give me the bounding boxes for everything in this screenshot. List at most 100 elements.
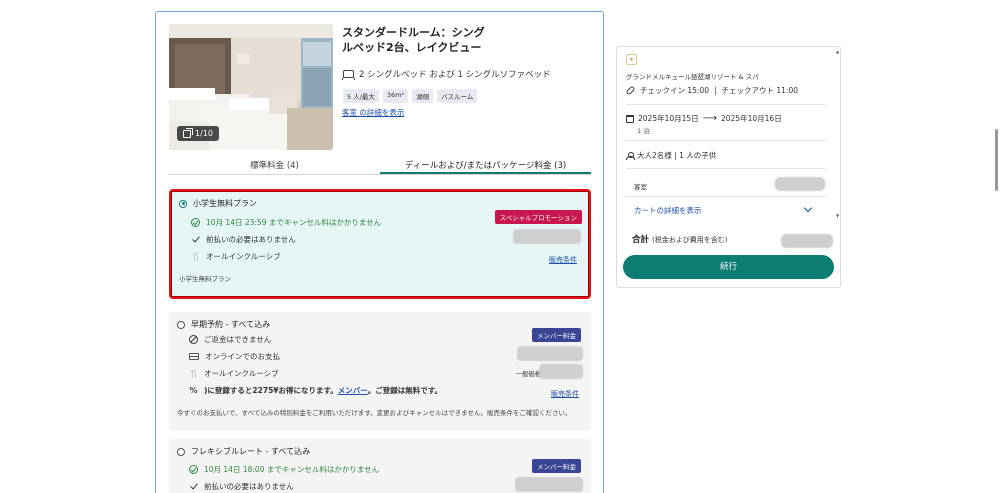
hotel-name: グランドメルキュール琵琶湖リゾート & スパ (626, 73, 759, 81)
scroll-down-icon[interactable]: ▼ (836, 213, 839, 218)
rate-feature: 前払いの必要はありません (189, 481, 294, 492)
guest-count-label: 大人2名様 | 1 人の子供 (637, 151, 717, 160)
room-tags: 5 人/最大 36m² 湖側 バスルーム (343, 89, 478, 103)
rate-feature-label: 前払いの必要はありません (204, 482, 294, 491)
room-tag: 5 人/最大 (343, 89, 379, 103)
rate-option-early-booking[interactable]: 早期予約 - すべて込み ご返金はできません オンラインでのお支払 🍴 オールイ… (169, 312, 591, 431)
percent-icon: % (189, 386, 198, 395)
rate-name-label: フレキシブルレート - すべて込み (191, 447, 311, 456)
date-from: 2025年10月15日 (638, 114, 699, 123)
scroll-up-icon[interactable]: ▲ (836, 49, 839, 54)
booking-summary: ▲ ❀ グランドメルキュール琵琶湖リゾート & スパ チェックイン 15:00 … (616, 46, 841, 288)
room-tag: バスルーム (437, 89, 478, 103)
rate-name[interactable]: 小学生無料プラン (179, 198, 257, 209)
price-hidden (517, 346, 583, 361)
member-offer-prefix: )に登録すると2275¥お得になります。 (204, 386, 338, 395)
rate-feature: 10月 14日 23:59 までキャンセル料はかかりません (191, 217, 381, 228)
member-badge: メンバー料金 (532, 459, 581, 473)
divider (626, 168, 826, 169)
rate-feature-label: 前払いの必要はありません (206, 235, 296, 244)
room-card: 1/10 スタンダードルーム：シングルベッド2台、レイクビュー 2 シングルベッ… (155, 11, 604, 493)
bed-info: 2 シングルベッド および 1 シングルソファベッド (342, 68, 551, 80)
calendar-icon (626, 114, 634, 123)
checkin-time: チェックイン 15:00 (640, 86, 709, 95)
bed-info-label: 2 シングルベッド および 1 シングルソファベッド (359, 70, 551, 80)
photo-count[interactable]: 1/10 (177, 126, 219, 141)
rate-feature: 前払いの必要はありません (191, 234, 296, 245)
room-tag: 湖側 (412, 89, 434, 103)
rate-feature: 10月 14日 18:00 までキャンセル料はかかりません (189, 464, 379, 475)
hotel-logo-icon: ❀ (626, 54, 637, 65)
fork-knife-icon: 🍴 (191, 252, 201, 261)
total-label-text: 合計 (632, 235, 650, 245)
check-icon (191, 235, 200, 244)
room-price-hidden (775, 177, 825, 191)
link-icon (625, 85, 636, 96)
promo-badge: スペシャルプロモーション (494, 210, 582, 224)
gallery-icon (183, 127, 193, 138)
rate-feature-label: オンラインでのお支払 (205, 352, 280, 361)
stay-dates: 2025年10月15日 ⟶ 2025年10月16日 (626, 113, 782, 124)
tab-standard-rates[interactable]: 標準料金 (4) (169, 156, 380, 174)
rate-feature-label: 10月 14日 18:00 までキャンセル料はかかりません (204, 465, 380, 474)
rate-feature: オンラインでのお支払 (189, 351, 280, 362)
bed-icon (342, 70, 355, 80)
arrow-right-icon: ⟶ (702, 113, 718, 124)
total-label: 合計 (税金および費用を含む) (632, 233, 727, 245)
rate-feature: ご返金はできません (189, 334, 271, 345)
rate-feature-label: 10月 14日 23:59 までキャンセル料はかかりません (206, 218, 382, 227)
rate-option-flexible[interactable]: フレキシブルレート - すべて込み 10月 14日 18:00 までキャンセル料… (169, 439, 591, 493)
member-offer-text: )に登録すると2275¥お得になります。メンバー。ご登録は無料です。 (204, 385, 442, 396)
rate-name[interactable]: フレキシブルレート - すべて込み (177, 446, 310, 457)
terms-link[interactable]: 販売条件 (549, 255, 577, 265)
checkin-checkout: チェックイン 15:00 | チェックアウト 11:00 (625, 85, 799, 96)
rate-feature-label: ご返金はできません (204, 335, 272, 344)
room-title: スタンダードルーム：シングルベッド2台、レイクビュー (342, 26, 485, 54)
continue-button[interactable]: 続行 (623, 255, 834, 279)
no-refund-icon (189, 335, 198, 344)
rate-tabs: 標準料金 (4) ディールおよび/またはパッケージ料金 (3) (169, 156, 591, 175)
member-badge: メンバー料金 (532, 328, 581, 342)
check-icon (189, 482, 198, 491)
price-hidden (513, 229, 581, 244)
rate-feature-label: オールインクルーシブ (206, 252, 281, 261)
total-price-hidden (781, 234, 833, 248)
room-photo[interactable]: 1/10 (169, 24, 333, 150)
person-icon (626, 151, 635, 160)
tab-deals-packages[interactable]: ディールおよび/またはパッケージ料金 (3) (380, 156, 591, 174)
terms-link[interactable]: 販売条件 (551, 389, 579, 399)
rate-feature-label: オールインクルーシブ (204, 369, 279, 378)
price-hidden (515, 477, 583, 492)
page-scrollbar[interactable] (995, 129, 998, 191)
credit-card-icon (189, 353, 199, 360)
radio-unselected[interactable] (177, 320, 185, 329)
rate-feature: 🍴 オールインクルーシブ (191, 251, 281, 262)
separator: | (714, 86, 717, 95)
member-offer: % )に登録すると2275¥お得になります。メンバー。ご登録は無料です。 (189, 385, 442, 396)
member-offer-suffix: 。ご登録は無料です。 (367, 386, 442, 395)
checkout-time: チェックアウト 11:00 (721, 86, 799, 95)
date-to: 2025年10月16日 (721, 114, 782, 123)
rate-option-elementary-free[interactable]: 小学生無料プラン 10月 14日 23:59 までキャンセル料はかかりません 前… (169, 189, 591, 299)
room-details-link[interactable]: 客室 の詳細を表示 (342, 107, 404, 118)
chevron-down-icon[interactable] (803, 203, 813, 213)
rate-feature: 🍴 オールインクルーシブ (189, 368, 279, 379)
check-circle-icon (189, 465, 198, 474)
member-link[interactable]: メンバー (338, 386, 368, 395)
nights-count: 1 泊 (637, 127, 650, 135)
plan-note: 小学生無料プラン (179, 275, 231, 283)
fork-knife-icon: 🍴 (189, 369, 199, 378)
radio-selected[interactable] (179, 199, 187, 208)
rate-name[interactable]: 早期予約 - すべて込み (177, 319, 270, 330)
radio-unselected[interactable] (177, 447, 185, 456)
room-tag: 36m² (382, 89, 409, 103)
rate-name-label: 早期予約 - すべて込み (191, 320, 271, 329)
public-price-hidden (539, 364, 583, 379)
guest-count: 大人2名様 | 1 人の子供 (626, 150, 716, 161)
divider (626, 196, 826, 197)
public-price-label: 一般価格 (515, 371, 541, 378)
rate-name-label: 小学生無料プラン (193, 199, 257, 208)
photo-count-label: 1/10 (195, 129, 213, 138)
cart-details-link[interactable]: カートの詳細を表示 (634, 205, 702, 216)
room-label: 客室 (634, 183, 647, 191)
